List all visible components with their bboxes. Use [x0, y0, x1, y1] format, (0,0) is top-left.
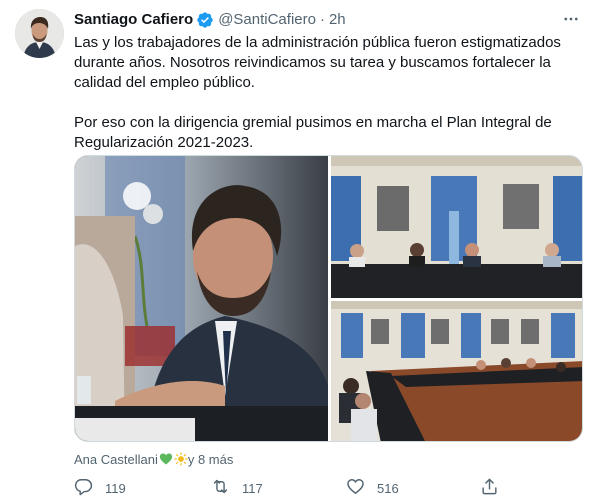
more-icon[interactable]	[560, 8, 582, 30]
tagged-suffix: y 8 más	[187, 451, 234, 467]
photo-left[interactable]	[75, 156, 328, 441]
share-button[interactable]	[480, 477, 499, 499]
share-icon	[480, 477, 499, 499]
author-handle[interactable]: @SantiCafiero	[218, 10, 316, 30]
sun-emoji	[174, 452, 188, 466]
tweet-actions: 119 117 516	[74, 477, 584, 499]
tagged-prefix: Ana Castellani	[74, 451, 158, 467]
tweet-timestamp[interactable]: 2h	[329, 10, 346, 30]
separator-dot: ·	[319, 11, 325, 28]
retweet-count: 117	[242, 480, 263, 496]
tweet-header: Santiago Cafiero @SantiCafiero · 2h	[74, 10, 584, 30]
like-icon	[346, 477, 365, 499]
photo-right-bottom[interactable]	[331, 301, 582, 441]
photo-right-top[interactable]	[331, 156, 582, 298]
author-name[interactable]: Santiago Cafiero	[74, 10, 193, 30]
reply-icon	[74, 477, 93, 499]
retweet-icon	[211, 477, 230, 499]
reply-count: 119	[105, 480, 126, 496]
avatar-image	[15, 9, 64, 58]
reply-button[interactable]: 119	[74, 477, 126, 499]
media-grid	[74, 155, 583, 442]
tagged-users[interactable]: Ana Castellani y 8 más	[74, 450, 233, 468]
tweet[interactable]: Santiago Cafiero @SantiCafiero · 2h Las …	[0, 0, 596, 501]
avatar[interactable]	[15, 9, 64, 58]
tweet-text: Las y los trabajadores de la administrac…	[74, 34, 561, 151]
like-count: 516	[377, 480, 399, 496]
verified-badge-icon	[196, 11, 214, 29]
like-button[interactable]: 516	[346, 477, 399, 499]
green-heart-emoji	[159, 452, 173, 466]
retweet-button[interactable]: 117	[211, 477, 263, 499]
